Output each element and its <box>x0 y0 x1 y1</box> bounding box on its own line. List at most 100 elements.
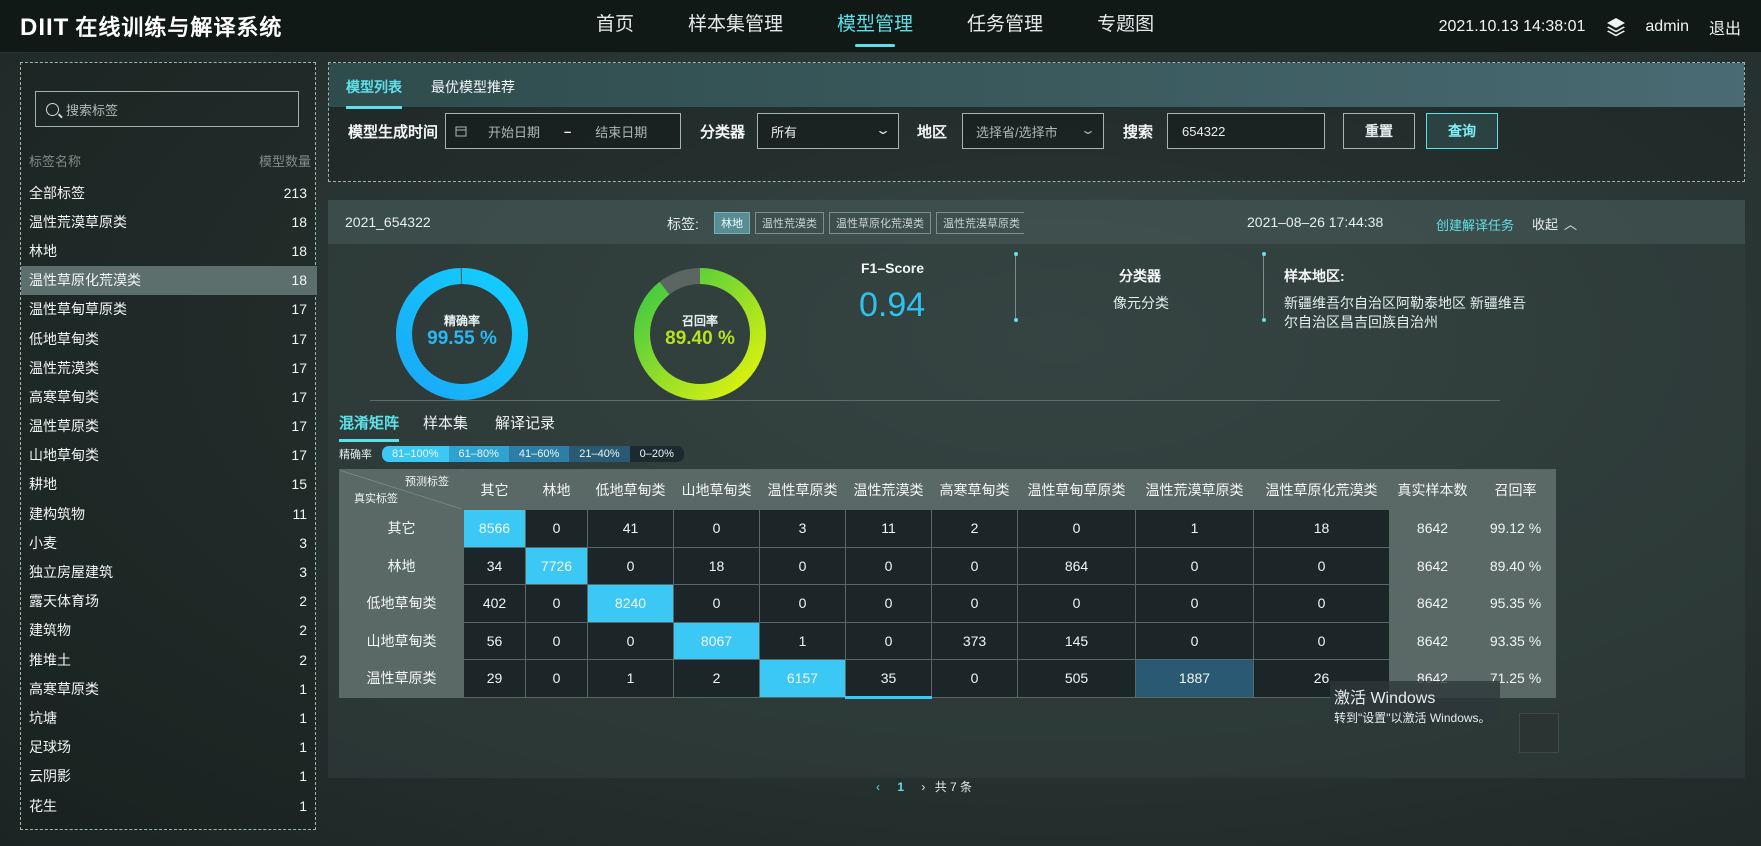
region-metric-value: 新疆维吾尔自治区阿勒泰地区 新疆维吾尔自治区昌吉回族自治州 <box>1284 295 1526 330</box>
notification-icon[interactable] <box>1519 713 1559 753</box>
sidebar-tag-item[interactable]: 温性草甸草原类 17 <box>21 295 317 324</box>
logout-link[interactable]: 退出 <box>1709 15 1741 39</box>
sidebar-tag-item[interactable]: 建筑物 2 <box>21 616 317 645</box>
search-input[interactable]: 搜索标签 <box>35 91 299 127</box>
matrix-cell: 1 <box>587 659 674 698</box>
recall-value: 89.40 % <box>665 328 735 349</box>
tag-list: 全部标签 213 温性荒漠草原类 18 林地 18 温性草原化荒漠类 18 温性草甸草原类 17 低… <box>21 178 317 820</box>
matrix-column-header: 温性荒漠类 <box>845 469 932 510</box>
nav-item[interactable]: 样本集管理 <box>688 0 783 53</box>
user-name[interactable]: admin <box>1645 18 1689 36</box>
tag-chip[interactable]: 温性荒漠类 <box>755 212 824 234</box>
sidebar-tag-item[interactable]: 温性草原化荒漠类 18 <box>21 265 317 295</box>
sidebar-tag-item[interactable]: 温性荒漠草原类 18 <box>21 207 317 236</box>
matrix-cell: 1 <box>759 621 846 660</box>
matrix-cell: 0 <box>1135 546 1254 585</box>
f1-value: 0.94 <box>859 286 926 324</box>
matrix-cell: 373 <box>931 621 1018 660</box>
tag-chip[interactable]: 温性草原化荒漠类 <box>829 212 931 234</box>
start-date-field[interactable]: 开始日期 <box>488 122 540 141</box>
sidebar-tag-item[interactable]: 独立房屋建筑 3 <box>21 557 317 586</box>
nav-item[interactable]: 任务管理 <box>967 0 1043 53</box>
calendar-icon <box>455 126 467 137</box>
matrix-cell: 0 <box>931 659 1018 698</box>
date-range-picker[interactable]: 开始日期 – 结束日期 <box>445 113 681 149</box>
region-metric-label: 样本地区: <box>1284 268 1345 284</box>
precision-value: 99.55 % <box>427 328 497 349</box>
tab-best-model[interactable]: 最优模型推荐 <box>431 77 515 97</box>
chevron-down-icon: ⌄ <box>874 123 892 137</box>
sidebar-tag-item[interactable]: 山地草甸类 17 <box>21 441 317 470</box>
prev-page-button[interactable]: ‹ <box>876 780 880 794</box>
end-date-field[interactable]: 结束日期 <box>595 122 647 141</box>
matrix-cell: 8642 <box>1389 584 1476 623</box>
search-placeholder: 搜索标签 <box>66 102 119 118</box>
tag-chip[interactable]: 温性荒漠草原类 <box>936 212 1024 234</box>
legend-item: 21–40% <box>569 446 630 462</box>
sidebar-tag-item[interactable]: 花生 1 <box>21 791 317 820</box>
tag-chips: 林地温性荒漠类温性草原化荒漠类温性荒漠草原类温 <box>714 212 1024 234</box>
sidebar-tag-item[interactable]: 云阴影 1 <box>21 762 317 791</box>
tab-confusion-matrix[interactable]: 混淆矩阵 <box>339 412 400 442</box>
date-dash: – <box>564 123 572 139</box>
sidebar-tag-item[interactable]: 高寒草原类 1 <box>21 674 317 703</box>
tag-count: 11 <box>292 505 307 522</box>
legend-label: 精确率 <box>339 449 372 461</box>
windows-activation-watermark: 激活 Windows 转到"设置"以激活 Windows。 <box>1330 681 1500 725</box>
tag-chip[interactable]: 林地 <box>714 212 750 234</box>
nav-item[interactable]: 模型管理 <box>837 0 913 53</box>
nav-item[interactable]: 首页 <box>596 0 634 53</box>
query-button[interactable]: 查询 <box>1426 113 1498 149</box>
sidebar-tag-item[interactable]: 低地草甸类 17 <box>21 324 317 353</box>
next-page-button[interactable]: › <box>921 780 925 794</box>
confusion-matrix: 预测标签 真实标签 其它 林地 低地草甸类 山地草甸类 温性草原类 温性荒漠类 高寒草甸类 温性草… <box>339 469 1556 699</box>
sidebar-tag-item[interactable]: 建构筑物 11 <box>21 499 317 528</box>
matrix-cell: 0 <box>759 546 846 585</box>
matrix-cell: 864 <box>1017 546 1136 585</box>
region-placeholder: 选择省/选择市 <box>976 124 1058 140</box>
sidebar-tag-item[interactable]: 足球场 1 <box>21 733 317 762</box>
create-task-link[interactable]: 创建解译任务 <box>1436 215 1514 234</box>
matrix-corner: 预测标签 真实标签 <box>339 469 464 510</box>
sidebar-tag-item[interactable]: 坑塘 1 <box>21 703 317 732</box>
sidebar-tag-item[interactable]: 高寒草甸类 17 <box>21 382 317 411</box>
sidebar-tag-item[interactable]: 耕地 15 <box>21 470 317 499</box>
sidebar-tag-item[interactable]: 温性草原类 17 <box>21 412 317 441</box>
matrix-cell: 93.35 % <box>1475 621 1556 660</box>
classifier-metric-value: 像元分类 <box>1113 295 1169 311</box>
matrix-cell: 8642 <box>1389 509 1476 548</box>
tab-sample-set[interactable]: 样本集 <box>423 412 468 433</box>
legend-item: 81–100% <box>382 446 449 462</box>
tab-model-list[interactable]: 模型列表 <box>346 77 402 109</box>
matrix-cell: 8566 <box>463 509 526 548</box>
nav-item[interactable]: 专题图 <box>1097 0 1154 53</box>
tag-name: 独立房屋建筑 <box>29 564 113 581</box>
f1-label: F1–Score <box>861 260 925 276</box>
classifier-select[interactable]: 所有 ⌄ <box>757 113 899 149</box>
model-name: 2021_654322 <box>345 214 431 230</box>
collapse-button[interactable]: 收起 ︿ <box>1532 214 1577 233</box>
tab-interpret-records[interactable]: 解译记录 <box>495 412 555 433</box>
sidebar-tag-item[interactable]: 小麦 3 <box>21 528 317 557</box>
model-search-input[interactable]: 654322 <box>1167 113 1325 149</box>
app-title: 在线训练与解译系统 <box>75 15 283 40</box>
sidebar-tag-item[interactable]: 推堆土 2 <box>21 645 317 674</box>
tag-name: 推堆土 <box>29 651 71 668</box>
reset-button[interactable]: 重置 <box>1343 113 1415 149</box>
model-time: 2021–08–26 17:44:38 <box>1247 214 1384 230</box>
sidebar-tag-item[interactable]: 温性荒漠类 17 <box>21 353 317 382</box>
tag-count: 213 <box>283 184 307 201</box>
matrix-row: 林地 34 7726 0 18 0 0 0 864 0 0 8642 89.40 % <box>339 546 1556 585</box>
region-select[interactable]: 选择省/选择市 ⌄ <box>962 113 1104 149</box>
watermark-line1: 激活 Windows <box>1334 690 1436 707</box>
legend-item: 0–20% <box>629 446 684 462</box>
matrix-cell: 8240 <box>587 584 674 623</box>
sidebar-tag-item[interactable]: 全部标签 213 <box>21 178 317 207</box>
layers-icon[interactable] <box>1605 16 1627 38</box>
page-number[interactable]: 1 <box>897 780 904 794</box>
matrix-cell: 0 <box>1253 621 1390 660</box>
tag-count: 2 <box>299 593 307 610</box>
sidebar-tag-item[interactable]: 林地 18 <box>21 236 317 265</box>
top-bar: DIIT 在线训练与解译系统 首页 样本集管理 模型管理 任务管理 专题图 2021.10… <box>0 0 1761 53</box>
sidebar-tag-item[interactable]: 露天体育场 2 <box>21 587 317 616</box>
